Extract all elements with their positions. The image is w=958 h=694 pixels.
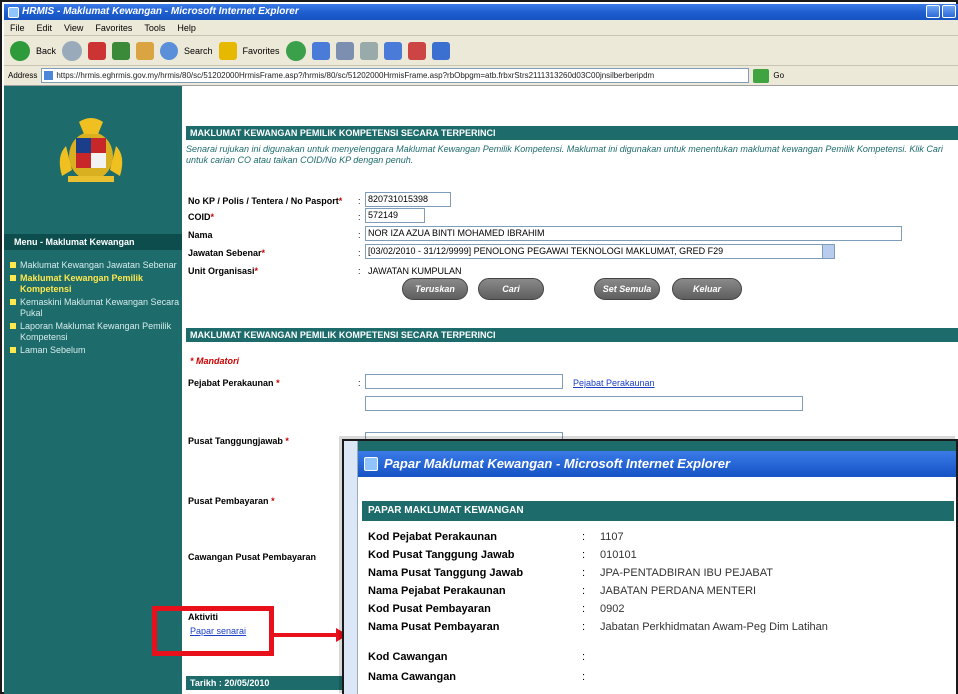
set-semula-button[interactable]: Set Semula [594,278,660,300]
messenger-icon[interactable] [407,41,426,60]
menu-bar: File Edit View Favorites Tools Help [4,20,958,36]
bullet-icon [10,323,16,329]
keluar-button[interactable]: Keluar [672,278,742,300]
back-label[interactable]: Back [36,46,56,56]
nama-label: Nama [188,230,213,240]
menu-tools[interactable]: Tools [144,20,165,35]
favorites-label[interactable]: Favorites [243,46,280,56]
section2-header: MAKLUMAT KEWANGAN PEMILIK KOMPETENSI SEC… [186,328,958,342]
address-url: https://hrmis.eghrmis.gov.my/hrmis/80/sc… [56,71,655,80]
chevron-down-icon[interactable] [822,245,834,258]
screenshot-frame: HRMIS - Maklumat Kewangan - Microsoft In… [0,0,958,694]
favorites-star-icon[interactable] [218,41,237,60]
menu-favorites[interactable]: Favorites [95,20,132,35]
menu-file[interactable]: File [10,20,25,35]
bullet-icon [10,347,16,353]
back-arrow-icon[interactable] [10,40,30,61]
history-icon[interactable] [311,41,330,60]
bullet-icon [10,299,16,305]
print-icon[interactable] [359,41,378,60]
sidebar-item-laporan[interactable]: Laporan Maklumat Kewangan Pemilik Kompet… [10,321,180,343]
bullet-icon [10,262,16,268]
edit-icon[interactable] [383,41,402,60]
research-icon[interactable] [431,41,450,60]
address-bar: Address https://hrmis.eghrmis.gov.my/hrm… [4,66,958,86]
highlight-box [152,606,274,656]
minimize-button[interactable] [926,5,940,18]
section1-header: MAKLUMAT KEWANGAN PEMILIK KOMPETENSI SEC… [186,126,958,140]
menu-edit[interactable]: Edit [37,20,53,35]
home-icon[interactable] [136,41,155,60]
pejabat-perakaunan-link[interactable]: Pejabat Perakaunan [573,378,655,388]
pejabat-label: Pejabat Perakaunan * [188,378,280,388]
go-arrow-icon[interactable] [753,68,770,83]
malaysia-crest-logo [59,118,123,182]
pusat-tanggungjawab-label: Pusat Tanggungjawab * [188,436,289,446]
bullet-icon [10,275,16,281]
sidebar-item-jawatan-sebenar[interactable]: Maklumat Kewangan Jawatan Sebenar [10,260,180,271]
intro-text: Senarai rujukan ini digunakan untuk meny… [186,144,943,165]
mandatori-note: * Mandatori [190,356,240,366]
teruskan-button[interactable]: Teruskan [402,278,468,300]
jawatan-select[interactable]: [03/02/2010 - 31/12/9999] PENOLONG PEGAW… [365,244,835,259]
ie-icon [364,457,378,471]
media-icon[interactable] [285,40,306,61]
nokp-label: No KP / Polis / Tentera / No Pasport* [188,196,343,206]
nama-input[interactable]: NOR IZA AZUA BINTI MOHAMED IBRAHIM [365,226,902,241]
sidebar-menu: Maklumat Kewangan Jawatan Sebenar Maklum… [10,260,180,358]
window-title: HRMIS - Maklumat Kewangan - Microsoft In… [22,6,299,17]
menu-help[interactable]: Help [177,20,196,35]
nokp-input[interactable]: 820731015398 [365,192,451,207]
cawangan-label: Cawangan Pusat Pembayaran [188,552,317,562]
go-label[interactable]: Go [773,71,784,80]
coid-input[interactable]: 572149 [365,208,425,223]
coid-label: COID* [188,212,215,222]
popup-window: Papar Maklumat Kewangan - Microsoft Inte… [342,439,958,694]
sidebar-item-laman-sebelum[interactable]: Laman Sebelum [10,345,180,356]
pusat-pembayaran-label: Pusat Pembayaran * [188,496,275,506]
sidebar-item-kemaskini-pukal[interactable]: Kemaskini Maklumat Kewangan Secara Pukal [10,297,180,319]
popup-title: Papar Maklumat Kewangan - Microsoft Inte… [384,456,731,471]
pejabat-input[interactable] [365,374,563,389]
tarikh-bar: Tarikh : 20/05/2010 [186,676,350,690]
address-input[interactable]: https://hrmis.eghrmis.gov.my/hrmis/80/sc… [41,68,750,83]
search-label[interactable]: Search [184,46,213,56]
unit-label: Unit Organisasi* [188,266,259,276]
sidebar: Menu - Maklumat Kewangan Maklumat Kewang… [4,86,182,694]
cari-button[interactable]: Cari [478,278,544,300]
pejabat-nama-input[interactable] [365,396,803,411]
search-icon[interactable] [160,41,179,60]
page-icon [44,71,54,80]
highlight-arrow [274,633,338,637]
maximize-button[interactable] [942,5,956,18]
jawatan-label: Jawatan Sebenar* [188,248,266,258]
refresh-icon[interactable] [112,41,131,60]
popup-top-strip [358,441,956,451]
ie-icon [8,7,19,18]
popup-left-strip [344,441,358,694]
popup-header: PAPAR MAKLUMAT KEWANGAN [362,501,954,521]
stop-icon[interactable] [88,41,107,60]
sidebar-menu-title: Menu - Maklumat Kewangan [4,234,182,250]
window-titlebar: HRMIS - Maklumat Kewangan - Microsoft In… [4,4,958,20]
mail-icon[interactable] [335,41,354,60]
address-label: Address [8,71,38,80]
sidebar-item-pemilik-kompetensi[interactable]: Maklumat Kewangan Pemilik Kompetensi [10,273,180,295]
menu-view[interactable]: View [64,20,83,35]
forward-arrow-icon[interactable] [62,40,83,61]
browser-toolbar: Back Search Favorites [4,36,958,66]
unit-value: JAWATAN KUMPULAN [368,266,462,276]
popup-titlebar: Papar Maklumat Kewangan - Microsoft Inte… [358,451,956,477]
